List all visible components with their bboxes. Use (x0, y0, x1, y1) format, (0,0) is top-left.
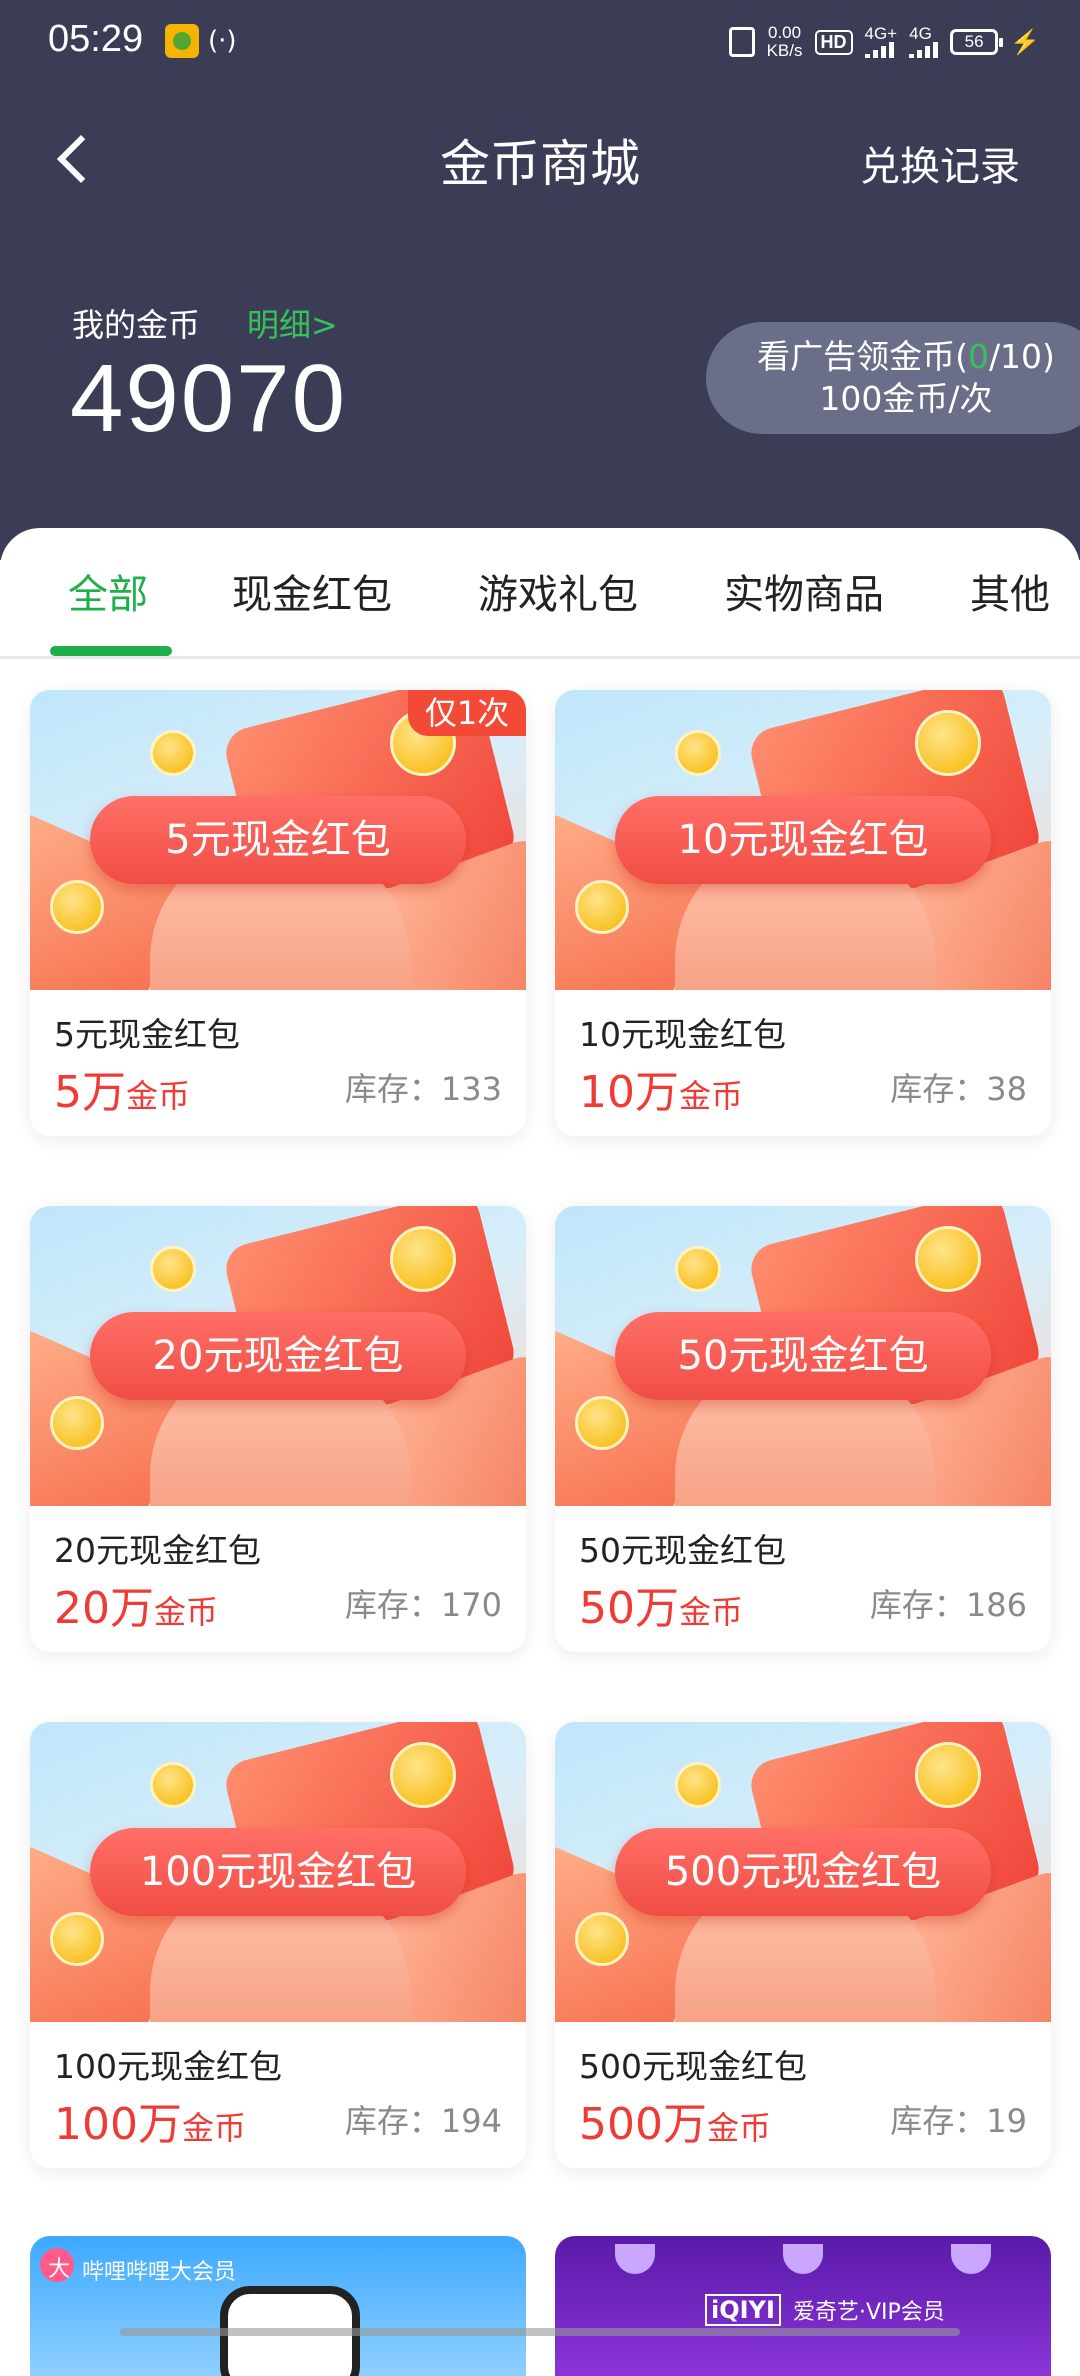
red-packet-image: 20元现金红包 (30, 1206, 526, 1506)
product-card[interactable]: 100元现金红包 100元现金红包 100万金币 库存：194 (30, 1722, 526, 2168)
image-title: 20元现金红包 (90, 1312, 466, 1400)
product-stock: 库存：186 (869, 1586, 1027, 1624)
product-name: 50元现金红包 (579, 1531, 786, 1570)
product-price: 10万金币 (579, 1067, 744, 1118)
active-tab-indicator (50, 646, 172, 656)
bilibili-vip-label: 哔哩哔哩大会员 (82, 2260, 237, 2285)
product-card[interactable]: 10元现金红包 10元现金红包 10万金币 库存：38 (555, 690, 1051, 1136)
limit-badge: 仅1次 (408, 690, 526, 736)
coin-detail-link[interactable]: 明细> (247, 300, 338, 346)
product-stock: 库存：133 (344, 1070, 502, 1108)
product-price: 500万金币 (579, 2099, 771, 2150)
bilibili-vip-card[interactable]: 大 哔哩哔哩大会员 (30, 2236, 526, 2376)
hotspot-icon: (·) (208, 26, 237, 56)
tab-all[interactable]: 全部 (68, 562, 148, 620)
image-title: 100元现金红包 (90, 1828, 466, 1916)
product-name: 100元现金红包 (54, 2047, 282, 2086)
category-tabs: 全部 现金红包 游戏礼包 实物商品 其他 (0, 528, 1080, 658)
bilibili-badge-text: 大 (48, 2257, 71, 2282)
red-packet-image: 10元现金红包 (555, 690, 1051, 990)
my-coins-label: 我的金币 (72, 306, 201, 344)
tab-game-gift[interactable]: 游戏礼包 (478, 562, 638, 620)
product-name: 500元现金红包 (579, 2047, 807, 2086)
status-bar: 05:29 (·) 0.00 KB/s HD 4G+ 4G 56 ⚡ (0, 0, 1080, 84)
lamp-icon (783, 2244, 823, 2274)
product-stock: 库存：19 (890, 2102, 1027, 2140)
product-price: 5万金币 (54, 1067, 191, 1118)
tab-cash-red-packet[interactable]: 现金红包 (232, 562, 392, 620)
battery-icon: 56 (950, 29, 1004, 55)
tab-physical-goods[interactable]: 实物商品 (724, 562, 884, 620)
product-price: 20万金币 (54, 1583, 219, 1634)
iqiyi-logo: iQIYI (705, 2294, 781, 2326)
product-card[interactable]: 50元现金红包 50元现金红包 50万金币 库存：186 (555, 1206, 1051, 1652)
home-indicator[interactable] (120, 2328, 960, 2336)
watch-ad-reward-button[interactable]: 看广告领金币(0/10) 100金币/次 (706, 322, 1080, 434)
product-stock: 库存：194 (344, 2102, 502, 2140)
lamp-icon (951, 2244, 991, 2274)
red-packet-image: 5元现金红包 仅1次 (30, 690, 526, 990)
signal-icon-1: 4G+ (864, 25, 897, 58)
image-title: 5元现金红包 (90, 796, 466, 884)
red-packet-image: 500元现金红包 (555, 1722, 1051, 2022)
charging-icon: ⚡ (1010, 28, 1040, 56)
tab-divider (0, 656, 1080, 659)
lamp-icon (615, 2244, 655, 2274)
signal-icon-2: 4G (909, 25, 939, 58)
red-packet-image: 100元现金红包 (30, 1722, 526, 2022)
network-speed: 0.00 KB/s (766, 23, 803, 60)
vibrate-icon (728, 27, 755, 57)
product-card[interactable]: 5元现金红包 仅1次 5元现金红包 5万金币 库存：133 (30, 690, 526, 1136)
header-background (0, 0, 1080, 560)
product-name: 5元现金红包 (54, 1015, 240, 1054)
red-packet-image: 50元现金红包 (555, 1206, 1051, 1506)
exchange-record-button[interactable]: 兑换记录 (860, 134, 1020, 192)
iqiyi-vip-label: 爱奇艺·VIP会员 (793, 2300, 945, 2325)
product-name: 20元现金红包 (54, 1531, 261, 1570)
tab-other[interactable]: 其他 (970, 562, 1050, 620)
app-notification-icon (165, 24, 199, 58)
image-title: 10元现金红包 (615, 796, 991, 884)
product-price: 50万金币 (579, 1583, 744, 1634)
image-title: 500元现金红包 (615, 1828, 991, 1916)
image-title: 50元现金红包 (615, 1312, 991, 1400)
product-price: 100万金币 (54, 2099, 246, 2150)
coin-balance: 49070 (70, 345, 347, 452)
hd-icon: HD (814, 29, 853, 55)
status-time: 05:29 (48, 18, 144, 60)
product-card[interactable]: 20元现金红包 20元现金红包 20万金币 库存：170 (30, 1206, 526, 1652)
ad-reward-line2: 100金币/次 (819, 379, 993, 418)
product-card[interactable]: 500元现金红包 500元现金红包 500万金币 库存：19 (555, 1722, 1051, 2168)
iqiyi-vip-card[interactable]: iQIYI 爱奇艺·VIP会员 (555, 2236, 1051, 2376)
ad-reward-line1: 看广告领金币(0/10) (757, 337, 1055, 376)
product-stock: 库存：38 (890, 1070, 1027, 1108)
product-stock: 库存：170 (344, 1586, 502, 1624)
product-name: 10元现金红包 (579, 1015, 786, 1054)
ad-watched-count: 0 (967, 337, 989, 376)
